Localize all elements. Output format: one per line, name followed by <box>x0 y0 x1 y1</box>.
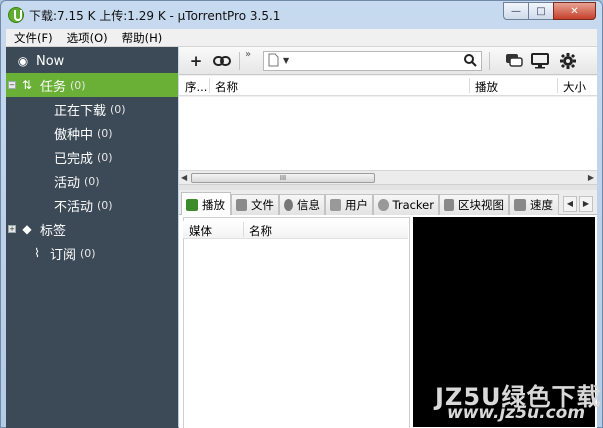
sidebar-item-active[interactable]: 活动 (0) <box>6 169 178 193</box>
search-icon[interactable] <box>464 54 477 70</box>
close-button[interactable]: ✕ <box>553 2 596 20</box>
sidebar-item-label: 正在下载 <box>54 103 107 119</box>
tab-label: Tracker <box>392 198 435 212</box>
scroll-right-icon[interactable]: ▶ <box>588 173 594 182</box>
tab-tracker[interactable]: Tracker <box>373 194 439 215</box>
sidebar-item-count: (0) <box>97 150 113 164</box>
menu-bar: 文件(F) 选项(O) 帮助(H) <box>6 29 597 47</box>
add-torrent-icon[interactable]: + <box>185 51 207 71</box>
menu-file[interactable]: 文件(F) <box>14 30 53 46</box>
transfer-arrows-icon: ⇅ <box>21 78 33 92</box>
column-media[interactable]: 媒体 <box>189 223 212 239</box>
window-title: 下载:7.15 K 上传:1.29 K - µTorrentPro 3.5.1 <box>29 9 281 23</box>
sidebar-item-label: 标签 <box>40 223 67 239</box>
maximize-button[interactable]: □ <box>528 2 554 20</box>
tab-info[interactable]: 信息 <box>279 194 325 215</box>
minimize-button[interactable]: — <box>503 2 529 20</box>
media-list[interactable] <box>183 217 410 428</box>
pieces-icon <box>444 199 454 211</box>
sidebar-item-now[interactable]: ◉ Now <box>6 49 178 73</box>
expand-icon[interactable]: + <box>8 225 16 233</box>
tab-label: 信息 <box>297 198 320 212</box>
sidebar-item-label: 已完成 <box>54 151 94 167</box>
speed-graph-icon <box>514 199 526 211</box>
sidebar: ◉ Now − ⇅ 任务 (0) 正在下载 (0) 傲种中 (0) 已完成 (0… <box>6 47 178 428</box>
page-icon <box>268 53 279 70</box>
tab-speed[interactable]: 速度 <box>509 194 559 215</box>
sidebar-item-tasks[interactable]: − ⇅ 任务 (0) <box>6 73 178 97</box>
search-input[interactable]: ▼ <box>263 51 482 71</box>
tab-pieces[interactable]: 区块视图 <box>439 194 509 215</box>
scroll-thumb[interactable]: III <box>191 173 375 183</box>
sidebar-item-label: 不活动 <box>54 199 94 215</box>
media-list-header: 媒体 名称 <box>183 221 408 239</box>
info-icon <box>284 199 293 211</box>
tab-label: 用户 <box>345 198 368 212</box>
column-name[interactable]: 名称 <box>215 79 238 95</box>
watermark-line2: www.jz5u.com <box>447 403 586 423</box>
torrent-list-header: 序... 名称 播放 大小 <box>179 76 597 96</box>
tab-label: 文件 <box>251 198 274 212</box>
column-media-name[interactable]: 名称 <box>249 223 272 239</box>
horizontal-scrollbar[interactable]: ◀ III ▶ <box>179 170 597 184</box>
utorrent-logo-icon <box>8 7 24 23</box>
menu-options[interactable]: 选项(O) <box>67 30 108 46</box>
sidebar-item-count: (0) <box>80 246 96 260</box>
tabs-scroll-right-icon[interactable]: ▶ <box>579 196 593 212</box>
rss-icon: ⌇ <box>34 246 40 260</box>
tab-label: 区块视图 <box>458 198 504 212</box>
chat-icon[interactable] <box>503 51 525 71</box>
sidebar-item-count: (0) <box>97 126 113 140</box>
toolbar-overflow[interactable]: » <box>245 49 251 60</box>
title-bar[interactable]: 下载:7.15 K 上传:1.29 K - µTorrentPro 3.5.1 … <box>1 1 602 29</box>
sidebar-item-inactive[interactable]: 不活动 (0) <box>6 193 178 217</box>
tabs-scroll-left-icon[interactable]: ◀ <box>563 196 577 212</box>
column-index[interactable]: 序... <box>185 79 207 95</box>
window-controls: — □ ✕ <box>503 2 596 20</box>
tab-label: 速度 <box>530 198 553 212</box>
tab-peers[interactable]: 用户 <box>325 194 373 215</box>
tab-label: 播放 <box>202 197 225 212</box>
sidebar-item-feeds[interactable]: ⌇ 订阅 (0) <box>6 241 178 265</box>
play-icon <box>186 198 198 211</box>
column-play[interactable]: 播放 <box>475 79 498 95</box>
sidebar-item-count: (0) <box>110 102 126 116</box>
chevron-down-icon[interactable]: ▼ <box>283 56 289 65</box>
tab-files[interactable]: 文件 <box>231 194 279 215</box>
users-icon <box>330 199 341 211</box>
detail-tabs: 播放 文件 信息 用户 Tracker 区块视图 速度 ◀ ▶ <box>179 190 597 216</box>
sidebar-item-completed[interactable]: 已完成 (0) <box>6 145 178 169</box>
tracker-icon <box>378 199 389 211</box>
sidebar-item-label: 订阅 <box>50 247 77 263</box>
column-size[interactable]: 大小 <box>563 79 586 95</box>
sidebar-item-labels[interactable]: + ◆ 标签 <box>6 217 178 241</box>
torrent-list[interactable] <box>179 97 597 170</box>
tag-icon: ◆ <box>22 222 32 236</box>
tab-play[interactable]: 播放 <box>181 192 231 216</box>
sidebar-item-downloading[interactable]: 正在下载 (0) <box>6 97 178 121</box>
sidebar-item-seeding[interactable]: 傲种中 (0) <box>6 121 178 145</box>
sidebar-item-count: (0) <box>70 78 86 92</box>
now-icon: ◉ <box>17 54 29 68</box>
folder-icon <box>236 199 247 211</box>
sidebar-item-count: (0) <box>97 198 113 212</box>
sidebar-item-label: 任务 <box>40 79 67 95</box>
collapse-icon[interactable]: − <box>8 81 16 89</box>
sidebar-item-label: Now <box>36 53 65 69</box>
app-window: 下载:7.15 K 上传:1.29 K - µTorrentPro 3.5.1 … <box>0 0 603 428</box>
add-link-icon[interactable] <box>211 51 233 71</box>
toolbar: + » ▼ <box>179 47 597 75</box>
main-panel: + » ▼ 序... 名称 播放 大小 ◀ III ▶ 播放 文件 信息 用户 … <box>179 47 597 428</box>
gear-icon[interactable] <box>557 51 579 71</box>
sidebar-item-count: (0) <box>84 174 100 188</box>
sidebar-item-label: 傲种中 <box>54 127 94 143</box>
sidebar-item-label: 活动 <box>54 175 81 191</box>
menu-help[interactable]: 帮助(H) <box>122 30 163 46</box>
scroll-left-icon[interactable]: ◀ <box>181 173 187 182</box>
remote-monitor-icon[interactable] <box>529 51 551 71</box>
